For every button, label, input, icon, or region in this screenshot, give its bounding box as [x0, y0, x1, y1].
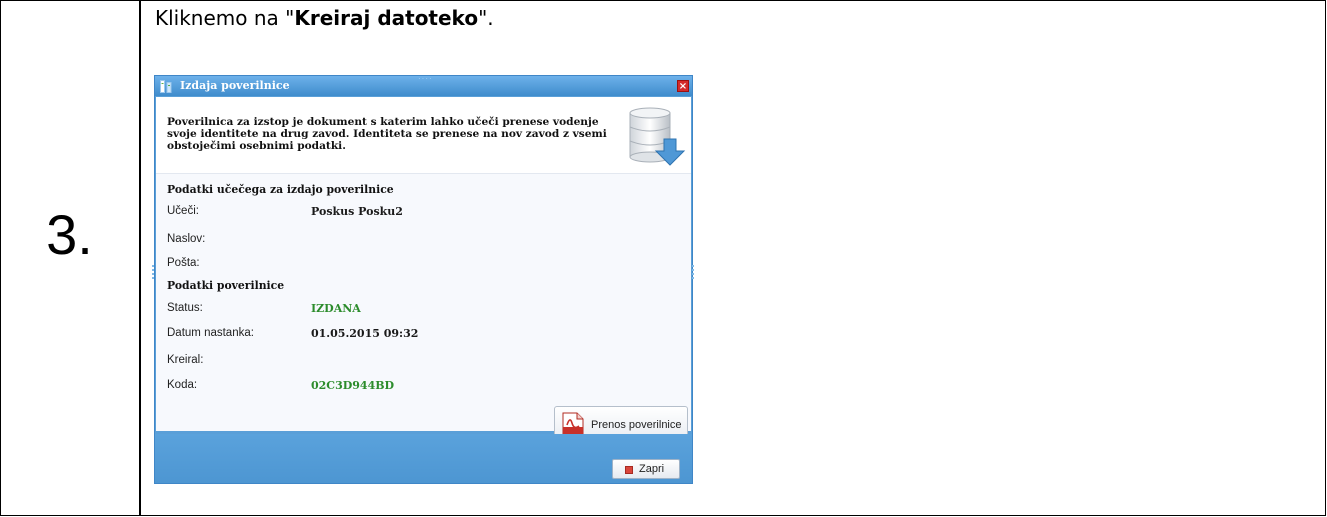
instruction-prefix: Kliknemo na " [155, 6, 295, 30]
koda-label: Koda: [167, 379, 198, 391]
dialog-footer: Zapri [155, 434, 692, 483]
instruction-suffix: ". [478, 6, 494, 30]
step-number: 3. [46, 203, 93, 266]
intro-panel: Poverilnica za izstop je dokument s kate… [156, 97, 691, 174]
ucenci-label: Učeči: [167, 205, 199, 217]
document-icon [160, 80, 172, 93]
resize-handle-left[interactable] [152, 265, 154, 279]
prenos-poverilnice-label: Prenos poverilnice [591, 419, 682, 431]
datum-value: 01.05.2015 09:32 [311, 327, 419, 340]
kreiral-label: Kreiral: [167, 354, 204, 366]
izdaja-poverilnice-dialog: ···· Izdaja poverilnice × Poverilnica za… [154, 75, 693, 484]
posta-label: Pošta: [167, 257, 200, 269]
step-instruction: Kliknemo na "Kreiraj datoteko". [155, 6, 494, 30]
table-column-divider [139, 0, 141, 516]
naslov-label: Naslov: [167, 233, 206, 245]
dialog-titlebar[interactable]: ···· Izdaja poverilnice × [155, 75, 692, 96]
section-credential-title: Podatki poverilnice [167, 279, 285, 292]
dialog-body: Poverilnica za izstop je dokument s kate… [156, 97, 691, 444]
database-download-icon [629, 107, 686, 166]
close-icon[interactable]: × [677, 80, 689, 92]
zapri-label: Zapri [639, 463, 665, 475]
intro-text: Poverilnica za izstop je dokument s kate… [167, 116, 607, 152]
ucenci-value: Poskus Posku2 [311, 205, 403, 218]
status-label: Status: [167, 302, 203, 314]
close-square-icon [625, 466, 633, 474]
section-student-title: Podatki učečega za izdajo poverilnice [167, 183, 394, 196]
instruction-target: Kreiraj datoteko [294, 6, 479, 30]
koda-value: 02C3D944BD [311, 379, 395, 392]
zapri-button[interactable]: Zapri [612, 459, 680, 479]
dialog-title: Izdaja poverilnice [180, 79, 290, 92]
resize-handle-right[interactable] [692, 265, 694, 279]
datum-label: Datum nastanka: [167, 327, 254, 339]
drag-grip-icon[interactable]: ···· [418, 75, 433, 83]
status-value: IZDANA [311, 302, 361, 315]
